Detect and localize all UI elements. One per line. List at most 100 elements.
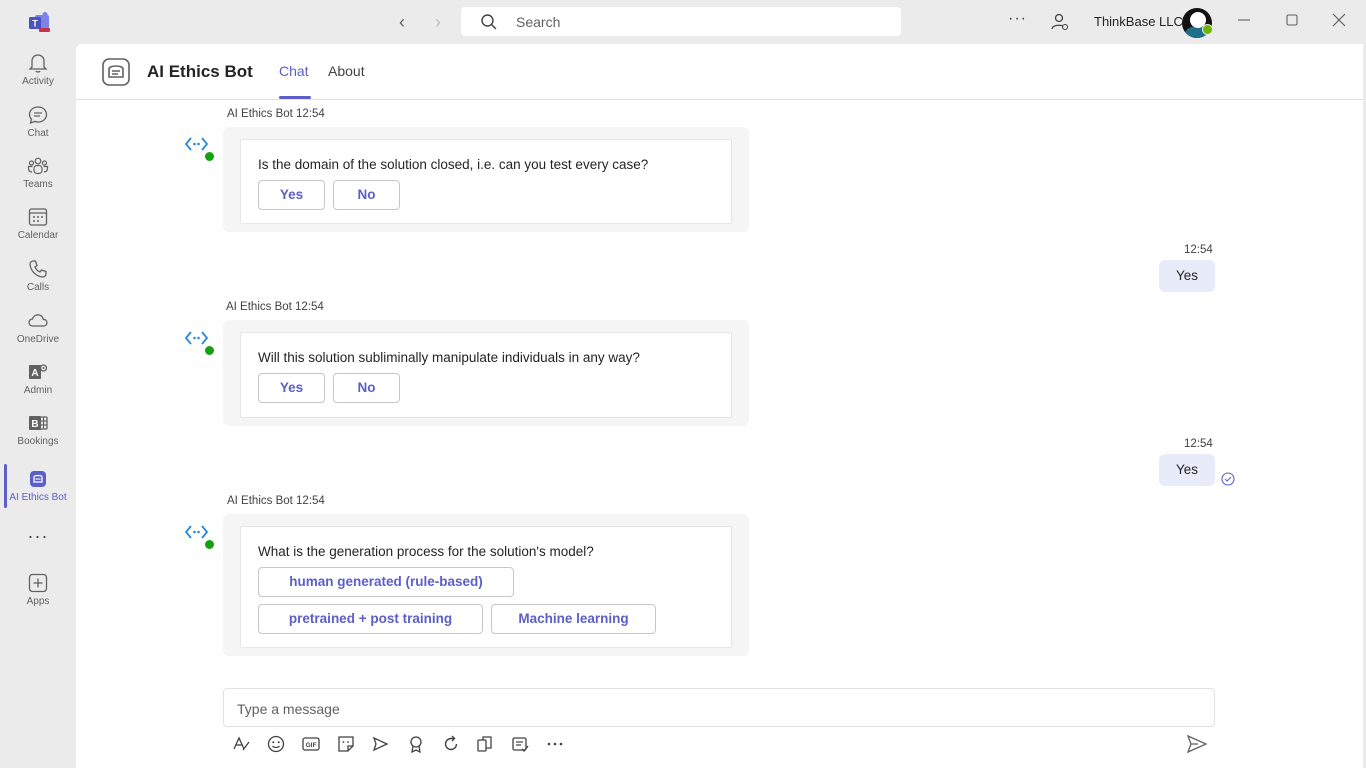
- loop-button[interactable]: [441, 734, 461, 754]
- more-actions-button[interactable]: [545, 734, 565, 754]
- bell-icon: [28, 54, 48, 73]
- bot-message: Will this solution subliminally manipula…: [223, 320, 749, 426]
- message-meta: AI Ethics Bot 12:54: [226, 301, 324, 313]
- minimize-icon[interactable]: [1236, 12, 1252, 28]
- people-settings-icon[interactable]: [1050, 12, 1070, 32]
- user-message: Yes: [1159, 454, 1215, 486]
- app-rail: Activity Chat Teams Calendar Calls OneDr…: [0, 44, 76, 768]
- rail-item-teams[interactable]: Teams: [0, 155, 76, 190]
- bot-message: What is the generation process for the s…: [223, 514, 749, 656]
- tab-about[interactable]: About: [328, 63, 365, 79]
- attach-button[interactable]: [475, 734, 495, 754]
- praise-badge-icon: [410, 736, 422, 754]
- org-name: ThinkBase LLC: [1094, 14, 1183, 29]
- yes-button[interactable]: Yes: [258, 373, 325, 403]
- bot-avatar: [184, 523, 215, 550]
- search-icon: [481, 13, 497, 29]
- maximize-icon[interactable]: [1284, 12, 1300, 28]
- rail-label: Admin: [23, 385, 53, 396]
- reply-time: 12:54: [1184, 438, 1213, 450]
- emoji-icon: [267, 735, 285, 753]
- rail-label: AI Ethics Bot: [9, 492, 67, 503]
- no-button[interactable]: No: [333, 373, 400, 403]
- rail-label: Calls: [26, 282, 50, 293]
- yes-button[interactable]: Yes: [258, 180, 325, 210]
- presence-available-icon: [1202, 24, 1213, 35]
- rail-label: Bookings: [17, 436, 59, 447]
- close-icon[interactable]: [1331, 12, 1347, 28]
- rail-item-admin[interactable]: A Admin: [0, 361, 76, 396]
- page-title: AI Ethics Bot: [147, 62, 253, 81]
- send-schedule-icon: [372, 736, 389, 752]
- rail-label: Teams: [23, 179, 53, 190]
- message-input[interactable]: Type a message: [223, 688, 1215, 727]
- forward-arrow-icon[interactable]: ›: [428, 12, 448, 32]
- rail-item-activity[interactable]: Activity: [0, 52, 76, 87]
- machine-learning-button[interactable]: Machine learning: [491, 604, 656, 634]
- sticker-icon: [338, 736, 354, 752]
- bot-logo-icon: [102, 58, 130, 86]
- rail-item-calls[interactable]: Calls: [0, 258, 76, 293]
- teams-logo-icon[interactable]: T: [27, 11, 51, 33]
- meet-now-button[interactable]: [371, 734, 391, 754]
- rail-item-apps[interactable]: Apps: [0, 572, 76, 607]
- bot-online-icon: [204, 151, 215, 162]
- more-icon: [547, 742, 563, 746]
- user-message: Yes: [1159, 260, 1215, 292]
- bot-app-icon: [30, 471, 46, 487]
- tab-chat[interactable]: Chat: [279, 63, 309, 79]
- human-generated-button[interactable]: human generated (rule-based): [258, 567, 514, 597]
- gif-icon: GIF: [302, 737, 320, 751]
- app-header: AI Ethics Bot Chat About: [76, 44, 1363, 100]
- card-question: Will this solution subliminally manipula…: [258, 350, 640, 365]
- bot-message: Is the domain of the solution closed, i.…: [223, 127, 749, 232]
- format-pen-icon: [233, 736, 250, 751]
- no-button[interactable]: No: [333, 180, 400, 210]
- teams-icon: [27, 157, 49, 175]
- more-apps-icon[interactable]: ···: [0, 526, 76, 547]
- attach-pages-icon: [477, 736, 492, 752]
- back-arrow-icon[interactable]: ‹: [392, 12, 412, 32]
- rail-item-bookings[interactable]: B Bookings: [0, 412, 76, 447]
- praise-button[interactable]: [406, 734, 426, 754]
- main-pane: AI Ethics Bot Chat About AI Ethics Bot 1…: [76, 44, 1363, 768]
- rail-label: Calendar: [17, 230, 59, 241]
- rail-item-onedrive[interactable]: OneDrive: [0, 310, 76, 345]
- more-options-icon[interactable]: ···: [1008, 10, 1027, 28]
- rail-item-ai-ethics-bot[interactable]: AI Ethics Bot: [0, 468, 76, 503]
- bot-avatar: [184, 135, 215, 162]
- bot-online-icon: [204, 539, 215, 550]
- rail-label: OneDrive: [16, 334, 60, 345]
- search-input[interactable]: Search: [461, 7, 901, 36]
- rail-item-chat[interactable]: Chat: [0, 104, 76, 139]
- approvals-button[interactable]: [510, 734, 530, 754]
- search-placeholder: Search: [516, 13, 561, 30]
- pretrained-button[interactable]: pretrained + post training: [258, 604, 483, 634]
- reply-time: 12:54: [1184, 244, 1213, 256]
- gif-button[interactable]: GIF: [301, 734, 321, 754]
- chat-icon: [28, 106, 48, 125]
- rail-label: Chat: [27, 128, 49, 139]
- emoji-button[interactable]: [266, 734, 286, 754]
- title-bar: T ‹ › Search ··· ThinkBase LLC: [0, 0, 1366, 44]
- calendar-icon: [28, 208, 48, 226]
- adaptive-card: Will this solution subliminally manipula…: [240, 332, 732, 418]
- card-question: What is the generation process for the s…: [258, 544, 594, 559]
- adaptive-card: What is the generation process for the s…: [240, 526, 732, 648]
- adaptive-card: Is the domain of the solution closed, i.…: [240, 139, 732, 224]
- svg-text:T: T: [32, 19, 38, 29]
- sticker-button[interactable]: [336, 734, 356, 754]
- bookings-icon: B: [29, 416, 48, 430]
- svg-text:A: A: [31, 368, 38, 379]
- format-button[interactable]: [231, 734, 251, 754]
- send-icon[interactable]: [1186, 734, 1208, 754]
- add-apps-icon: [28, 573, 48, 593]
- svg-text:B: B: [31, 419, 38, 430]
- rail-label: Apps: [26, 596, 50, 607]
- read-receipt-icon: [1221, 472, 1235, 486]
- bot-online-icon: [204, 345, 215, 356]
- rail-item-calendar[interactable]: Calendar: [0, 206, 76, 241]
- active-tab-indicator: [279, 96, 311, 99]
- admin-icon: A: [29, 364, 48, 379]
- message-meta: AI Ethics Bot 12:54: [227, 495, 325, 507]
